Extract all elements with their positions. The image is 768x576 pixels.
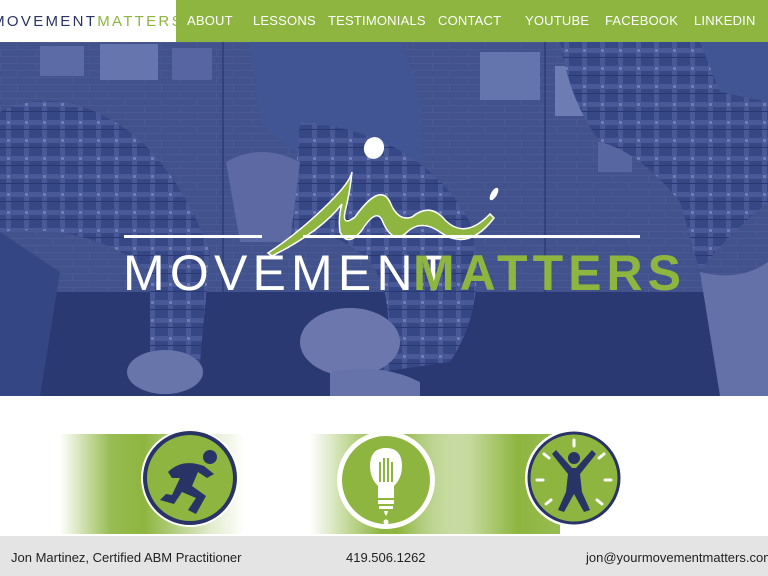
footer-phone[interactable]: 419.506.1262 bbox=[346, 550, 426, 565]
lightbulb-hand-icon bbox=[337, 431, 435, 529]
feature-bar bbox=[60, 429, 623, 534]
hero-banner: MOVEMENT MATTERS bbox=[0, 42, 768, 396]
nav-link-lessons[interactable]: LESSONS bbox=[253, 13, 316, 28]
nav-link-contact[interactable]: CONTACT bbox=[438, 13, 501, 28]
logo-line-left bbox=[124, 235, 262, 238]
logo-figure-swoosh bbox=[266, 171, 495, 257]
logo-word-movement: MOVEMENT bbox=[0, 12, 98, 30]
running-figure-icon bbox=[141, 429, 239, 527]
star-jump-figure-icon bbox=[525, 429, 623, 527]
nav-link-about[interactable]: ABOUT bbox=[187, 13, 233, 28]
top-nav: MOVEMENT MATTERS ABOUT LESSONS TESTIMONIA… bbox=[0, 0, 768, 42]
logo-figure-head bbox=[363, 137, 385, 159]
footer-name: Jon Martinez, Certified ABM Practitioner bbox=[11, 550, 242, 565]
hero-logo: MOVEMENT MATTERS bbox=[123, 137, 686, 301]
logo-line-right bbox=[303, 235, 640, 238]
nav-link-youtube[interactable]: YOUTUBE bbox=[525, 13, 589, 28]
nav-link-linkedin[interactable]: LINKEDIN bbox=[694, 13, 756, 28]
logo-word-matters: MATTERS bbox=[97, 12, 184, 30]
nav-link-testimonials[interactable]: TESTIMONIALS bbox=[328, 13, 426, 28]
nav-menu: ABOUT LESSONS TESTIMONIALS CONTACT YOUTU… bbox=[176, 0, 768, 42]
hero-logo-word-movement: MOVEMENT bbox=[123, 245, 454, 301]
hero-logo-word-matters: MATTERS bbox=[413, 245, 686, 301]
site-logo[interactable]: MOVEMENT MATTERS bbox=[0, 0, 182, 42]
footer-email[interactable]: jon@yourmovementmatters.com bbox=[586, 550, 768, 565]
footer-bar: Jon Martinez, Certified ABM Practitioner… bbox=[0, 536, 768, 576]
feature-icons-strip bbox=[0, 396, 768, 536]
nav-link-facebook[interactable]: FACEBOOK bbox=[605, 13, 678, 28]
